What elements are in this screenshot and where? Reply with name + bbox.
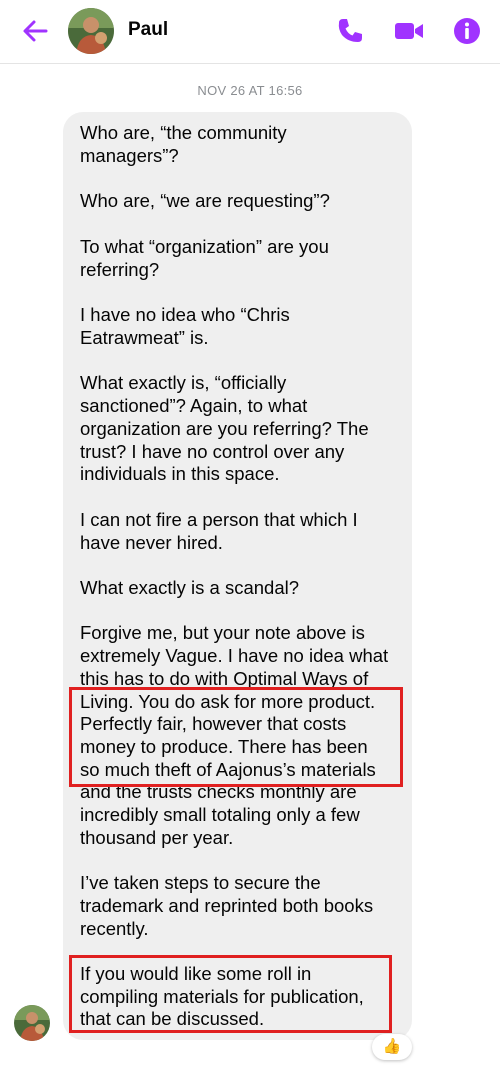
message-line: thousand per year. (80, 827, 234, 848)
message-line: Eatrawmeat” is. (80, 327, 209, 348)
message-line: compiling materials for publication, (80, 986, 364, 1007)
message-line: extremely Vague. I have no idea what (80, 645, 389, 666)
info-icon[interactable] (451, 15, 483, 47)
message-line: this has to do with Optimal Ways of (80, 668, 369, 689)
message-line: organization are you referring? The (80, 418, 369, 439)
message-line: What exactly is a scandal? (80, 577, 300, 598)
message-line: Perfectly fair, however that costs (80, 713, 347, 734)
message-timestamp: NOV 26 AT 16:56 (197, 83, 303, 98)
message-line: individuals in this space. (80, 463, 280, 484)
message-line: I’ve taken steps to secure the (80, 872, 321, 893)
message-line: Who are, “we are requesting”? (80, 190, 330, 211)
message-line: recently. (80, 918, 149, 939)
message-line: I have no idea who “Chris (80, 304, 290, 325)
message-line: Who are, “the community (80, 122, 287, 143)
contact-name[interactable]: Paul (128, 19, 168, 41)
message-line: To what “organization” are you (80, 236, 329, 257)
message-line: have never hired. (80, 532, 223, 553)
thumbs-up-reaction[interactable]: 👍 (372, 1034, 412, 1060)
message-line: Forgive me, but your note above is (80, 622, 365, 643)
message-line: sanctioned”? Again, to what (80, 395, 308, 416)
message-line: money to produce. There has been (80, 736, 368, 757)
message-line: If you would like some roll in (80, 963, 312, 984)
sender-avatar[interactable] (14, 1005, 50, 1041)
message-line: that can be discussed. (80, 1008, 265, 1029)
message-line: referring? (80, 259, 160, 280)
phone-icon[interactable] (334, 15, 366, 47)
message-line: incredibly small totaling only a few (80, 804, 360, 825)
back-arrow-icon[interactable] (20, 16, 50, 46)
message-line: so much theft of Aajonus’s materials (80, 759, 376, 780)
video-camera-icon[interactable] (393, 15, 425, 47)
contact-avatar[interactable] (68, 8, 114, 54)
message-line: I can not fire a person that which I (80, 509, 358, 530)
message-line: trademark and reprinted both books (80, 895, 374, 916)
message-line: managers”? (80, 145, 179, 166)
message-line: What exactly is, “officially (80, 372, 287, 393)
message-line: and the trusts checks monthly are (80, 781, 357, 802)
message-line: Living. You do ask for more product. (80, 691, 376, 712)
message-line: trust? I have no control over any (80, 441, 345, 462)
chat-header: Paul (0, 0, 500, 64)
